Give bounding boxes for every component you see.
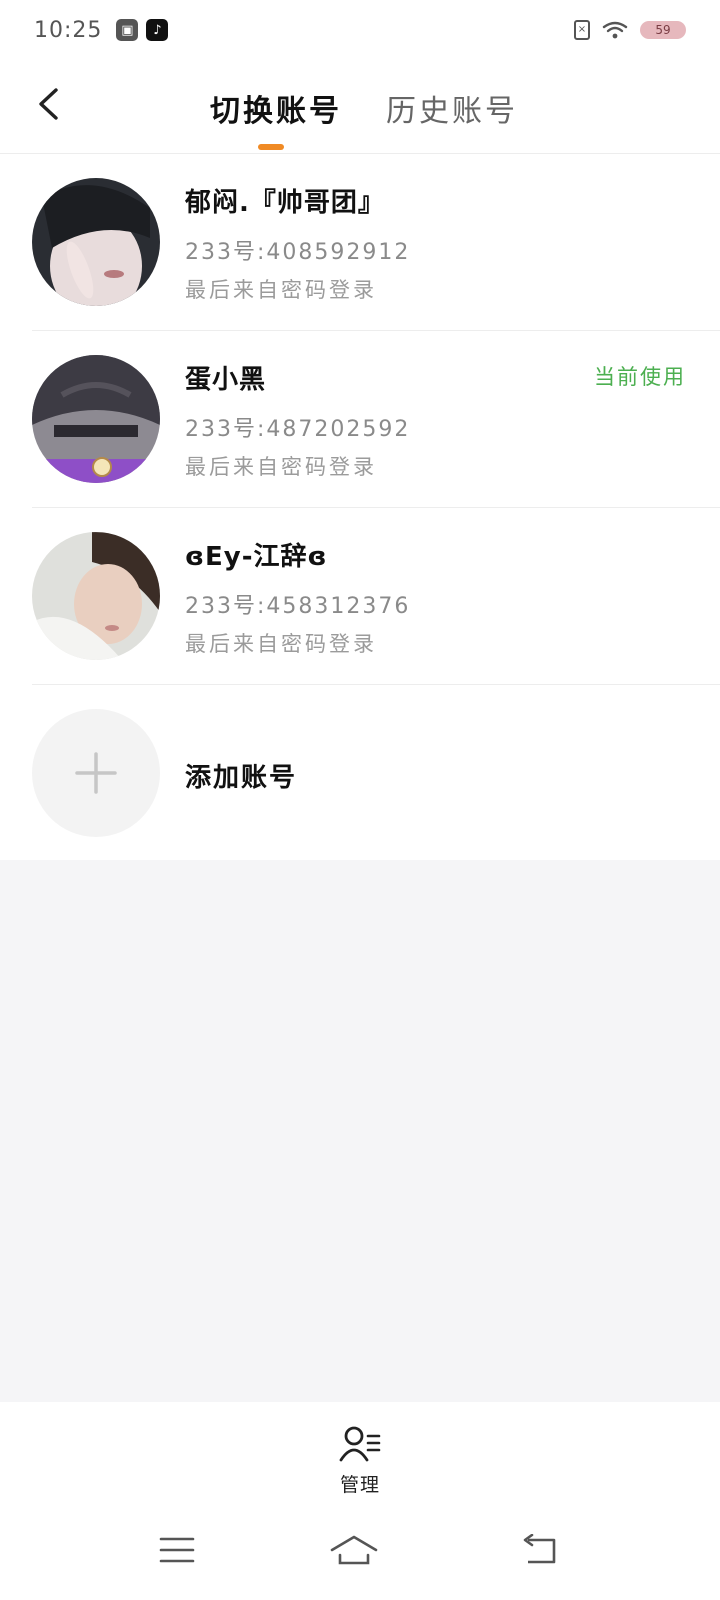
account-name: 郁闷.『帅哥团』 [185, 188, 385, 218]
back-icon [523, 1534, 556, 1564]
menu-button[interactable] [152, 1530, 202, 1570]
account-row[interactable]: 蛋小黑 当前使用 233号:487202592 最后来自密码登录 [0, 331, 720, 508]
login-method: 最后来自密码登录 [185, 455, 377, 479]
screen-capture-icon: ▣ [116, 19, 139, 41]
home-button[interactable] [329, 1530, 379, 1570]
avatar [32, 178, 160, 306]
account-row[interactable]: 郁闷.『帅哥团』 233号:408592912 最后来自密码登录 [0, 154, 720, 331]
tiktok-icon: ♪ [146, 19, 169, 41]
battery-icon: 59 [640, 21, 686, 39]
back-button[interactable] [30, 84, 66, 124]
tab-indicator [258, 144, 284, 150]
login-method: 最后来自密码登录 [185, 278, 377, 302]
header: 切换账号 历史账号 [0, 60, 720, 154]
back-nav-button[interactable] [514, 1530, 564, 1570]
tab-history-account[interactable]: 历史账号 [386, 86, 518, 130]
plus-icon [75, 752, 117, 794]
account-id: 233号:458312376 [185, 594, 411, 619]
manage-button[interactable]: 管理 [0, 1402, 720, 1512]
tab-switch-account[interactable]: 切换账号 [210, 86, 342, 130]
account-row[interactable]: ɞEy-江辞ɞ 233号:458312376 最后来自密码登录 [0, 508, 720, 685]
account-switch-screen: 10:25 ▣ ♪ × 59 切换账号 历史账号 郁闷.『帅哥团』 233号:4… [0, 0, 720, 1600]
account-id: 233号:487202592 [185, 417, 411, 442]
home-icon [330, 1535, 378, 1565]
add-account-label: 添加账号 [185, 763, 298, 793]
login-method: 最后来自密码登录 [185, 632, 377, 656]
account-id: 233号:408592912 [185, 240, 411, 265]
status-time: 10:25 [34, 17, 103, 43]
chevron-left-icon [39, 88, 58, 120]
account-list: 郁闷.『帅哥团』 233号:408592912 最后来自密码登录 蛋小黑 当前使… [0, 154, 720, 860]
menu-icon [159, 1537, 195, 1563]
status-bar: 10:25 ▣ ♪ × 59 [0, 0, 720, 60]
manage-label: 管理 [339, 1474, 380, 1496]
account-name: ɞEy-江辞ɞ [185, 542, 328, 572]
account-name: 蛋小黑 [185, 365, 267, 395]
avatar [32, 355, 160, 483]
wifi-icon [602, 21, 628, 39]
add-avatar [32, 709, 160, 837]
add-account-button[interactable]: 添加账号 [0, 685, 720, 860]
system-nav-bar [0, 1512, 720, 1600]
current-in-use-badge: 当前使用 [594, 365, 686, 389]
sim-card-icon: × [574, 20, 590, 40]
user-list-icon [339, 1426, 381, 1462]
avatar [32, 532, 160, 660]
